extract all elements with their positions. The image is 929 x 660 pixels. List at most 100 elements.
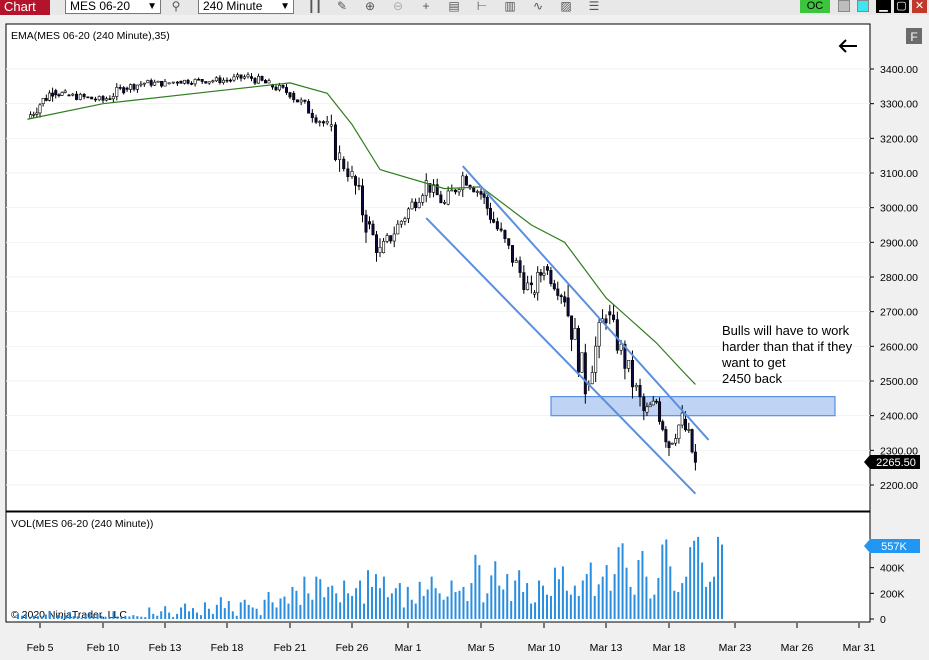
list-icon[interactable]: ☰ bbox=[586, 0, 602, 13]
volume-bar bbox=[144, 617, 147, 619]
zoom-in-icon[interactable]: ⊕ bbox=[362, 0, 378, 13]
volume-bar bbox=[426, 589, 429, 619]
volume-bar bbox=[347, 593, 350, 619]
volume-bar bbox=[203, 602, 206, 619]
volume-bar bbox=[510, 601, 513, 619]
volume-bar bbox=[478, 565, 481, 619]
volume-bar bbox=[645, 576, 648, 619]
volume-bar bbox=[394, 588, 397, 619]
price-tick-label: 3100.00 bbox=[880, 168, 918, 180]
time-tick-label: Feb 26 bbox=[336, 642, 369, 654]
volume-bar bbox=[80, 617, 83, 619]
volume-bar bbox=[557, 579, 560, 619]
chart-area[interactable]: EMA(MES 06-20 (240 Minute),35) VOL(MES 0… bbox=[0, 15, 929, 660]
close-icon[interactable]: ✕ bbox=[912, 0, 927, 13]
zoom-out-icon[interactable]: ⊖ bbox=[390, 0, 406, 13]
volume-bar bbox=[195, 612, 198, 619]
annotation-line-3: want to get bbox=[721, 355, 786, 370]
volume-bar bbox=[299, 604, 302, 619]
volume-bar bbox=[569, 594, 572, 619]
volume-bar bbox=[454, 592, 457, 619]
price-tick-label: 2500.00 bbox=[880, 376, 918, 388]
candle bbox=[156, 80, 160, 83]
volume-bar bbox=[136, 616, 139, 619]
time-tick-label: Mar 13 bbox=[590, 642, 623, 654]
volume-bar bbox=[374, 574, 377, 619]
volume-bar bbox=[446, 596, 449, 619]
current-price-badge: 2265.50 bbox=[864, 455, 920, 469]
volume-bar bbox=[681, 583, 684, 619]
properties-icon[interactable]: ▤ bbox=[446, 0, 462, 13]
volume-tick-label: 400K bbox=[880, 563, 905, 575]
volume-bar bbox=[717, 536, 720, 619]
template-icon[interactable]: ▨ bbox=[558, 0, 574, 13]
volume-bar bbox=[211, 613, 214, 619]
time-tick-label: Feb 18 bbox=[211, 642, 244, 654]
volume-bar bbox=[100, 615, 103, 619]
interval-value: 240 Minute bbox=[203, 0, 263, 13]
crosshair-icon[interactable]: + bbox=[418, 0, 434, 13]
volume-bar bbox=[709, 581, 712, 619]
volume-bar bbox=[561, 566, 564, 619]
volume-bar bbox=[355, 588, 358, 619]
volume-bar bbox=[76, 616, 79, 619]
volume-bar bbox=[323, 597, 326, 619]
volume-bar bbox=[534, 602, 537, 619]
chevron-down-icon: ▼ bbox=[147, 1, 157, 12]
volume-bar bbox=[601, 576, 604, 619]
volume-bar bbox=[589, 562, 592, 619]
volume-bar bbox=[223, 608, 226, 619]
volume-bar bbox=[518, 570, 521, 619]
volume-bar bbox=[164, 606, 167, 619]
volume-bar bbox=[227, 601, 230, 619]
volume-bar bbox=[585, 574, 588, 619]
oc-button[interactable]: OC bbox=[800, 0, 830, 13]
volume-bar bbox=[438, 593, 441, 619]
price-tick-label: 2400.00 bbox=[880, 411, 918, 423]
candle bbox=[670, 442, 674, 445]
volume-bar bbox=[96, 613, 99, 619]
color-swatch-grey[interactable] bbox=[838, 0, 850, 12]
candle bbox=[179, 80, 183, 84]
volume-bar bbox=[271, 602, 274, 619]
volume-bar bbox=[418, 581, 421, 619]
search-icon[interactable]: ⚲ bbox=[168, 0, 184, 13]
volume-bar bbox=[156, 615, 159, 619]
interval-selector[interactable]: 240 Minute ▼ bbox=[198, 0, 294, 14]
time-tick-label: Mar 5 bbox=[468, 642, 495, 654]
volume-bar bbox=[315, 576, 318, 619]
pencil-icon[interactable]: ✎ bbox=[334, 0, 350, 13]
support-zone-layer bbox=[550, 396, 836, 417]
volume-bar bbox=[152, 613, 155, 619]
time-tick-label: Feb 10 bbox=[87, 642, 120, 654]
volume-bar bbox=[311, 599, 314, 619]
volume-bar bbox=[637, 559, 640, 619]
support-zone-rect[interactable] bbox=[550, 396, 836, 417]
price-tick-label: 2600.00 bbox=[880, 341, 918, 353]
volume-bar bbox=[235, 615, 238, 619]
volume-bar bbox=[474, 554, 477, 619]
instrument-selector[interactable]: MES 06-20 ▼ bbox=[65, 0, 161, 14]
volume-bar bbox=[40, 616, 43, 619]
time-tick-label: Mar 26 bbox=[781, 642, 814, 654]
volume-bar bbox=[390, 593, 393, 619]
volume-bar bbox=[494, 561, 497, 619]
time-tick-label: Mar 18 bbox=[653, 642, 686, 654]
maximize-icon[interactable]: ▢ bbox=[894, 0, 909, 13]
price-tick-label: 2700.00 bbox=[880, 307, 918, 319]
strategies-icon[interactable]: ⊢ bbox=[474, 0, 490, 13]
volume-bar bbox=[215, 604, 218, 619]
annotation-line-4: 2450 back bbox=[722, 371, 782, 386]
indicators-icon[interactable]: ▥ bbox=[502, 0, 518, 13]
volume-bar bbox=[629, 586, 632, 619]
volume-bar bbox=[17, 613, 19, 619]
price-tick-label: 3200.00 bbox=[880, 133, 918, 145]
bar-type-icon[interactable]: ┃┃ bbox=[307, 0, 323, 13]
minimize-icon[interactable]: ▁ bbox=[876, 0, 891, 13]
volume-bar bbox=[287, 603, 290, 619]
analysis-icon[interactable]: ∿ bbox=[530, 0, 546, 13]
volume-bar bbox=[378, 588, 381, 619]
color-swatch-cyan[interactable] bbox=[857, 0, 869, 12]
annotation-line-1: Bulls will have to work bbox=[722, 323, 850, 338]
volume-bar bbox=[60, 615, 63, 619]
